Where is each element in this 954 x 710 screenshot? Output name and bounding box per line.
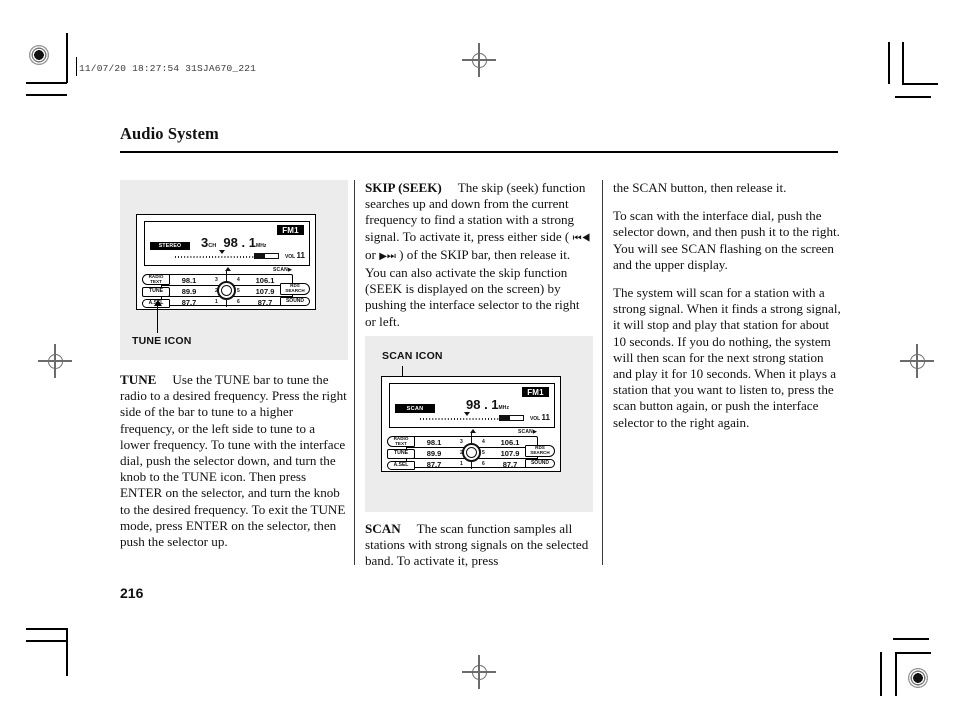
button-sound-1[interactable]: SOUND <box>280 297 310 306</box>
paragraph-c3-1: the SCAN button, then release it. <box>613 180 787 195</box>
status-badge-scan: SCAN <box>395 404 435 413</box>
radio-unit-1: STEREO 3CH 98 . 1MHz FM1 VOL 11 SCAN▶ 98… <box>136 214 316 310</box>
frequency-unit: MHz <box>255 243 267 249</box>
preset-number-1: 1 <box>215 299 218 305</box>
volume-bar-2 <box>499 415 524 421</box>
paragraph-lead-scan: SCAN <box>365 521 401 536</box>
button-rds-search-1[interactable]: RDS SEARCH <box>280 283 310 295</box>
preset2-number-6: 6 <box>482 461 485 467</box>
paragraph-c3-2: To scan with the interface dial, push th… <box>613 208 840 272</box>
radio-screen-1: STEREO 3CH 98 . 1MHz FM1 VOL 11 <box>144 221 310 266</box>
figure-tune-icon: STEREO 3CH 98 . 1MHz FM1 VOL 11 SCAN▶ 98… <box>120 180 348 360</box>
preset-freq-6[interactable]: 87.7 <box>245 298 285 307</box>
figure-scan-icon: SCAN ICON SCAN 98 . 1MHz FM1 VOL 11 SCAN… <box>365 336 593 512</box>
band-badge-fm1: FM1 <box>277 225 304 235</box>
radio-unit-2: SCAN 98 . 1MHz FM1 VOL 11 SCAN▶ 98.1 3 4… <box>381 376 561 472</box>
scan-text-2: SCAN <box>518 429 533 435</box>
volume-bar-1 <box>254 253 279 259</box>
preset2-freq-2[interactable]: 89.9 <box>414 449 454 458</box>
scan-text: SCAN <box>273 267 288 273</box>
column-3: the SCAN button, then release it. To sca… <box>613 180 841 443</box>
volume-label-2: VOL 11 <box>530 413 550 422</box>
figure-caption-scan-icon: SCAN ICON <box>382 350 443 362</box>
page-body: Audio System STEREO 3CH 98 . 1MHz FM1 VO… <box>0 0 954 710</box>
preset2-number-1: 1 <box>460 461 463 467</box>
radio-screen-2: SCAN 98 . 1MHz FM1 VOL 11 <box>389 383 555 428</box>
button-radio-text-2[interactable]: RADIO TEXT <box>387 436 415 447</box>
preset-freq-5[interactable]: 107.9 <box>245 287 285 296</box>
preset-number-3: 3 <box>215 277 218 283</box>
paragraph-skip-seek: SKIP (SEEK) The skip (seek) function sear… <box>365 180 593 330</box>
paragraph-text-tune: Use the TUNE bar to tune the radio to a … <box>120 372 347 550</box>
column-2: SKIP (SEEK) The skip (seek) function sear… <box>365 180 593 342</box>
button-radio-text-1[interactable]: RADIO TEXT <box>142 274 170 285</box>
button-tune-1[interactable]: TUNE <box>142 287 170 297</box>
paragraph-text-skip-mid: or <box>365 246 380 262</box>
vol-text: VOL <box>284 254 296 260</box>
frequency-value-2: 98 . 1 <box>466 397 499 412</box>
column-rule-2 <box>602 180 603 565</box>
vol-text-2: VOL <box>529 416 541 422</box>
leader-arrow-tune <box>153 300 162 306</box>
paragraph-lead-tune: TUNE <box>120 372 157 387</box>
paragraph-c3-3: The system will scan for a station with … <box>613 285 841 430</box>
scan-indicator-2: SCAN▶ <box>518 429 538 435</box>
preset2-number-3: 3 <box>460 439 463 445</box>
preset-freq-4[interactable]: 106.1 <box>245 276 285 285</box>
scan-indicator-1: SCAN▶ <box>273 267 293 273</box>
preset-number-6: 6 <box>237 299 240 305</box>
channel-and-frequency-1: 3CH 98 . 1MHz <box>201 235 267 250</box>
preset-freq-1[interactable]: 87.7 <box>169 298 209 307</box>
page-number: 216 <box>120 585 144 601</box>
preset2-freq-4[interactable]: 106.1 <box>490 438 530 447</box>
preset-freq-2[interactable]: 89.9 <box>169 287 209 296</box>
preset-number-4: 4 <box>237 277 240 283</box>
column-rule-1 <box>354 180 355 565</box>
paragraph-lead-skip: SKIP (SEEK) <box>365 180 442 195</box>
tuning-pointer-down-1 <box>219 250 225 254</box>
skip-next-icon: ▶⏭ <box>379 250 396 262</box>
button-tune-2[interactable]: TUNE <box>387 449 415 459</box>
vol-value: 11 <box>296 251 305 260</box>
button-a-sel-2[interactable]: A.SEL <box>387 461 415 470</box>
paragraph-tune: TUNE Use the TUNE bar to tune the radio t… <box>120 372 348 550</box>
leader-line-tune <box>157 305 159 333</box>
interface-dial-inner-1 <box>221 285 232 296</box>
band-badge-fm1-2: FM1 <box>522 387 549 397</box>
button-rds-search-2[interactable]: RDS SEARCH <box>525 445 555 457</box>
column-1: TUNE Use the TUNE bar to tune the radio t… <box>120 372 348 562</box>
vol-value-2: 11 <box>541 413 550 422</box>
paragraph-scan: SCAN The scan function samples all statio… <box>365 521 593 570</box>
page-title: Audio System <box>120 124 219 143</box>
preset2-freq-3[interactable]: 98.1 <box>414 438 454 447</box>
frequency-unit-2: MHz <box>498 405 510 411</box>
frequency-value: 98 . 1 <box>223 235 256 250</box>
preset-number-5: 5 <box>237 288 240 294</box>
title-rule <box>120 151 838 153</box>
button-sound-2[interactable]: SOUND <box>525 459 555 468</box>
skip-prev-icon: ⏮◀ <box>572 232 591 244</box>
status-badge-stereo: STEREO <box>150 242 190 250</box>
tuning-pointer-down-2 <box>464 412 470 416</box>
channel-unit: CH <box>208 243 217 249</box>
preset2-number-5: 5 <box>482 450 485 456</box>
preset2-number-4: 4 <box>482 439 485 445</box>
interface-dial-inner-2 <box>466 447 477 458</box>
frequency-display-2: 98 . 1MHz <box>466 397 509 412</box>
paragraph-text-skip-part2: ) of the SKIP bar, then release it. You … <box>365 246 580 329</box>
preset2-freq-1[interactable]: 87.7 <box>414 460 454 469</box>
volume-label-1: VOL 11 <box>285 251 305 260</box>
preset2-freq-5[interactable]: 107.9 <box>490 449 530 458</box>
preset2-freq-6[interactable]: 87.7 <box>490 460 530 469</box>
preset-freq-3[interactable]: 98.1 <box>169 276 209 285</box>
column-2-scan: SCAN The scan function samples all statio… <box>365 521 593 582</box>
figure-caption-tune-icon: TUNE ICON <box>132 335 192 347</box>
